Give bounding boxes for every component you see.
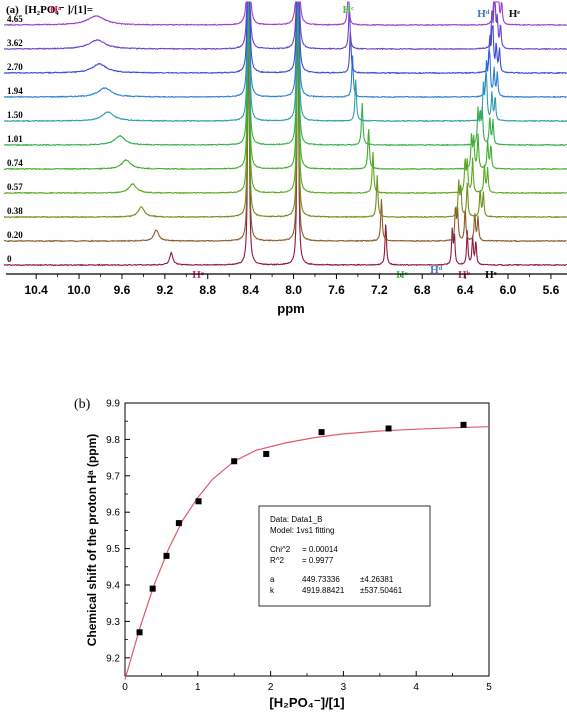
ppm-tick-label: 9.6 <box>114 283 131 297</box>
y-tick-label: 9.7 <box>106 471 120 482</box>
x-tick-label: 0 <box>122 682 128 693</box>
ppm-tick-label: 10.4 <box>24 283 48 297</box>
legend-a-error: ±4.26381 <box>360 575 394 584</box>
x-tick-label: 3 <box>341 682 347 693</box>
fit-results-box: Data: Data1_B Model: 1vs1 fitting Chi^2 … <box>258 505 431 607</box>
ppm-tick-label: 6.4 <box>457 283 474 297</box>
spectrum-trace-0 <box>3 1 567 267</box>
annotation-bottom-Hb: Hᵇ <box>458 269 471 281</box>
ppm-tick-label: 10.0 <box>67 283 91 297</box>
annotation-top-Ha: Hᵃ <box>50 4 63 16</box>
panel-b-label: (b) <box>74 397 91 412</box>
data-point <box>385 425 392 432</box>
legend-data: Data: Data1_B <box>270 515 322 524</box>
annotation-top-Hd: Hᵈ <box>477 8 490 20</box>
y-axis-label: Chemical shift of the proton Hᵃ (ppm) <box>85 434 99 647</box>
ppm-tick-label: 8.0 <box>285 283 302 297</box>
x-tick-label: 4 <box>413 682 419 693</box>
concentration-value: 1.94 <box>7 86 23 96</box>
concentration-value: 0.74 <box>7 158 23 168</box>
concentration-value: 3.62 <box>7 38 23 48</box>
y-tick-label: 9.5 <box>106 544 120 555</box>
legend-k-error: ±537.50461 <box>360 586 403 595</box>
concentration-value: 0.57 <box>7 182 23 192</box>
legend-model: Model: 1vs1 fitting <box>270 526 334 535</box>
annotation-top-Hc: Hᶜ <box>343 4 355 16</box>
ppm-tick-label: 6.0 <box>500 283 517 297</box>
x-tick-label: 1 <box>195 682 201 693</box>
legend-k-value: 4919.88421 <box>302 586 345 595</box>
binding-isotherm-panel: (b) 0 1 2 3 4 5 9.2 9.3 9.4 9.5 9.6 9.7 9.8 9.9 [H₂PO… <box>74 397 492 710</box>
figure: (a) [H₂PO₄⁻ ]/[1]= 00.200.380.570.741.01… <box>3 1 567 710</box>
data-point <box>460 421 467 428</box>
nmr-spectra <box>3 1 567 267</box>
concentration-value: 0 <box>7 254 12 264</box>
y-tick-label: 9.3 <box>106 617 120 628</box>
x-axis-label: [H₂PO₄⁻]/[1] <box>269 695 344 710</box>
ppm-tick-label: 7.6 <box>328 283 345 297</box>
ppm-axis-label: ppm <box>277 301 304 316</box>
data-point <box>163 552 170 559</box>
data-point <box>136 629 143 636</box>
legend-chi-value: = 0.00014 <box>302 545 338 554</box>
x-tick-label: 2 <box>268 682 274 693</box>
y-tick-label: 9.6 <box>106 508 120 519</box>
concentration-value: 2.70 <box>7 62 23 72</box>
ppm-tick-label: 8.4 <box>242 283 259 297</box>
annotation-bottom-Hc: Hᶜ <box>396 269 408 281</box>
data-point <box>175 520 182 527</box>
concentration-labels: 0 0.20 0.38 0.57 0.74 1.01 1.50 1.94 2.70 3.62 4.6… <box>7 14 23 264</box>
annotation-top-He: Hᵉ <box>509 8 521 20</box>
data-point <box>263 450 270 457</box>
nmr-panel: (a) [H₂PO₄⁻ ]/[1]= 00.200.380.570.741.01… <box>3 1 567 316</box>
data-point <box>318 429 325 436</box>
legend-r-label: R^2 <box>270 556 285 565</box>
concentration-value: 0.38 <box>7 206 23 216</box>
legend-chi-label: Chi^2 <box>270 545 291 554</box>
y-tick-label: 9.8 <box>106 435 120 446</box>
y-tick-label: 9.9 <box>106 399 120 410</box>
annotation-bottom-Ha: Hᵃ <box>192 269 205 281</box>
concentration-value: 4.65 <box>7 14 23 24</box>
data-point <box>149 585 156 592</box>
legend-a-label: a <box>270 575 275 584</box>
concentration-value: 0.20 <box>7 230 23 240</box>
ppm-tick-label: 5.6 <box>543 283 560 297</box>
data-point <box>195 498 202 505</box>
concentration-value: 1.01 <box>7 134 23 144</box>
legend-a-value: 449.73336 <box>302 575 340 584</box>
data-point <box>231 458 238 465</box>
x-tick-label: 5 <box>486 682 492 693</box>
ppm-tick-label: 9.2 <box>157 283 174 297</box>
legend-r-value: = 0.9977 <box>302 556 334 565</box>
ppm-axis-ticks: 10.4 10.0 9.6 9.2 8.8 8.4 8.0 7.6 7.2 6.8 6.4 6.0 5.… <box>24 274 560 297</box>
y-tick-label: 9.4 <box>106 581 120 592</box>
ppm-tick-label: 8.8 <box>199 283 216 297</box>
concentration-value: 1.50 <box>7 110 23 120</box>
y-tick-label: 9.2 <box>106 653 120 664</box>
ppm-tick-label: 6.8 <box>414 283 431 297</box>
ppm-tick-label: 7.2 <box>371 283 388 297</box>
